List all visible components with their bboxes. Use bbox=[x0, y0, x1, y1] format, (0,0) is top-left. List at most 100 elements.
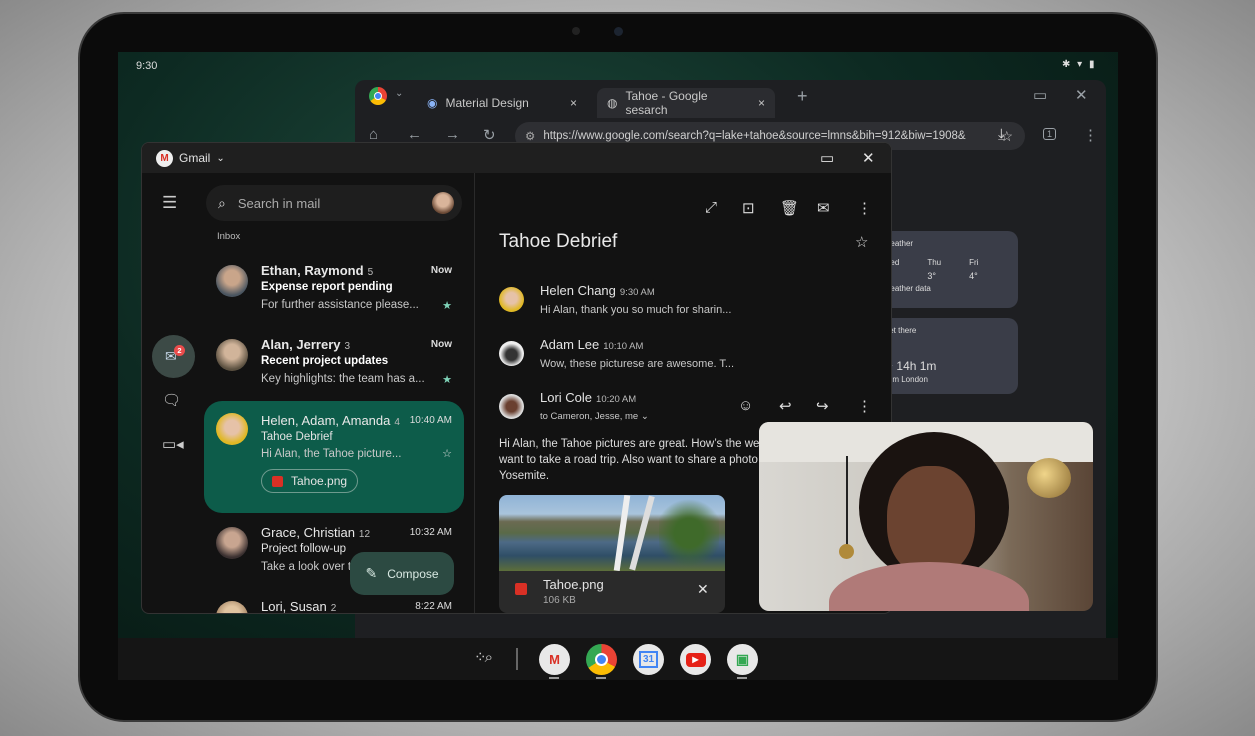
more-vert-icon[interactable]: ⋮ bbox=[857, 397, 872, 415]
video-call-pip[interactable] bbox=[759, 422, 1093, 611]
weather-day: Fri 4° bbox=[969, 258, 979, 281]
attachment-preview[interactable]: Tahoe.png 106 KB ✕ bbox=[499, 495, 725, 613]
running-indicator bbox=[737, 677, 747, 679]
thread-row[interactable]: Lori, Susan 2 8:22 AM bbox=[204, 593, 464, 613]
pendant-lamp bbox=[1027, 458, 1071, 498]
running-indicator bbox=[596, 677, 606, 679]
travel-from: from London bbox=[883, 375, 928, 384]
pencil-icon: ✎ bbox=[365, 565, 378, 581]
message-collapsed[interactable]: Helen Chang 9:30 AM Hi Alan, thank you so… bbox=[540, 282, 731, 316]
status-icons: ✱ ▾ ▮ bbox=[1062, 59, 1097, 70]
chat-icon[interactable]: 🗨 bbox=[162, 391, 181, 409]
more-vert-icon[interactable]: ⋮ bbox=[1083, 126, 1098, 144]
archive-icon[interactable]: ⊡ bbox=[742, 199, 755, 217]
avatar bbox=[499, 341, 524, 366]
home-icon[interactable]: ⌂ bbox=[369, 126, 378, 143]
delete-icon[interactable]: 🗑 bbox=[780, 199, 799, 217]
attachment-size: 106 KB bbox=[543, 595, 576, 606]
more-vert-icon[interactable]: ⋮ bbox=[857, 199, 872, 217]
image-file-icon bbox=[272, 475, 283, 487]
download-icon[interactable]: ⤓ bbox=[998, 126, 1005, 143]
mark-unread-icon[interactable]: ✉ bbox=[817, 199, 830, 217]
launcher-icon[interactable]: ⁘⌕ bbox=[474, 648, 493, 666]
back-icon[interactable]: ← bbox=[407, 126, 422, 143]
gmail-app-icon[interactable]: M bbox=[539, 644, 570, 675]
app-title: Gmail bbox=[179, 151, 211, 165]
pendant-cord bbox=[846, 456, 848, 551]
close-tab-icon[interactable]: × bbox=[570, 96, 577, 110]
status-time: 9:30 bbox=[136, 60, 158, 72]
pendant-lamp bbox=[839, 544, 854, 559]
google-icon: ◍ bbox=[607, 96, 618, 110]
avatar bbox=[216, 601, 248, 613]
close-icon[interactable]: ✕ bbox=[697, 581, 709, 598]
gmail-logo-icon: M bbox=[156, 149, 173, 167]
chrome-logo-icon[interactable] bbox=[369, 87, 387, 105]
star-filled-icon[interactable]: ★ bbox=[442, 299, 452, 312]
conversation-subject: Tahoe Debrief bbox=[499, 231, 618, 252]
running-indicator bbox=[549, 677, 559, 679]
close-tab-icon[interactable]: × bbox=[758, 96, 765, 110]
dock-divider bbox=[516, 648, 518, 670]
avatar bbox=[216, 265, 248, 297]
reply-icon[interactable]: ↩ bbox=[779, 397, 792, 415]
expand-icon[interactable]: ⤢ bbox=[705, 199, 717, 216]
thread-row[interactable]: Ethan, Raymond 5 Now Expense report pendi… bbox=[204, 257, 464, 331]
avatar bbox=[216, 339, 248, 371]
new-tab-button[interactable]: + bbox=[797, 86, 808, 107]
search-input[interactable]: ⌕ Search in mail bbox=[206, 185, 462, 221]
message-collapsed[interactable]: Adam Lee 10:10 AM Wow, these picturese ar… bbox=[540, 336, 734, 370]
avatar bbox=[216, 527, 248, 559]
forward-icon[interactable]: ↪ bbox=[816, 397, 829, 415]
close-window-icon[interactable]: ✕ bbox=[1075, 86, 1088, 104]
avatar bbox=[499, 394, 524, 419]
mail-nav-button[interactable]: ✉ 2 bbox=[152, 335, 195, 378]
compose-button[interactable]: ✎ Compose bbox=[350, 552, 454, 595]
travel-title: Get there bbox=[883, 326, 917, 335]
attachment-name: Tahoe.png bbox=[543, 577, 604, 592]
message-body: Hi Alan, the Tahoe pictures are great. H… bbox=[499, 438, 769, 482]
maximize-icon[interactable]: ▭ bbox=[820, 149, 834, 167]
calendar-app-icon[interactable]: 31 bbox=[633, 644, 664, 675]
tab-material-design[interactable]: ◉ Material Design × bbox=[417, 88, 587, 118]
recipients-toggle[interactable]: to Cameron, Jesse, me ⌄ bbox=[540, 411, 649, 422]
forward-icon[interactable]: → bbox=[445, 126, 460, 143]
star-filled-icon[interactable]: ★ bbox=[442, 373, 452, 386]
avatar bbox=[216, 413, 248, 445]
star-outline-icon[interactable]: ☆ bbox=[442, 447, 452, 460]
meet-app-icon[interactable]: ▣ bbox=[727, 644, 758, 675]
close-window-icon[interactable]: ✕ bbox=[862, 149, 875, 167]
image-file-icon bbox=[515, 583, 527, 595]
tab-tahoe-search[interactable]: ◍ Tahoe - Google sesarch × bbox=[597, 88, 775, 118]
star-outline-icon[interactable]: ☆ bbox=[855, 233, 868, 251]
chrome-app-icon[interactable] bbox=[586, 644, 617, 675]
maximize-icon[interactable]: ▭ bbox=[1033, 86, 1047, 104]
youtube-app-icon[interactable]: ▶ bbox=[680, 644, 711, 675]
thread-row[interactable]: Alan, Jerrery 3 Now Recent project update… bbox=[204, 331, 464, 405]
meet-video-icon[interactable]: ▭◂ bbox=[162, 435, 184, 453]
chevron-down-icon[interactable]: ⌄ bbox=[216, 153, 224, 164]
caller-face bbox=[887, 466, 975, 576]
tab-count-button[interactable]: 1 bbox=[1043, 128, 1057, 140]
gmail-titlebar: M Gmail ⌄ ▭ ✕ bbox=[142, 143, 891, 173]
message-header: Lori Cole 10:20 AM to Cameron, Jesse, me … bbox=[540, 390, 649, 422]
site-settings-icon[interactable]: ⚙ bbox=[525, 129, 535, 143]
tahoe-photo bbox=[499, 495, 725, 571]
emoji-reaction-icon[interactable]: ☺ bbox=[738, 397, 753, 414]
front-camera bbox=[614, 27, 623, 36]
travel-duration: ✈ 14h 1m bbox=[883, 359, 937, 373]
menu-icon[interactable]: ☰ bbox=[162, 193, 177, 213]
account-avatar[interactable] bbox=[432, 192, 454, 214]
chevron-down-icon[interactable]: ⌄ bbox=[395, 88, 403, 99]
unread-badge: 2 bbox=[174, 345, 185, 356]
weather-card[interactable]: Weather Wed8° Thu3° Fri4° Weather data bbox=[875, 231, 1018, 308]
weather-day: Thu 3° bbox=[927, 258, 942, 281]
thread-row-selected[interactable]: Helen, Adam, Amanda 4 10:40 AM Tahoe Debr… bbox=[204, 401, 464, 513]
chevron-down-icon: ⌄ bbox=[640, 411, 649, 422]
globe-icon: ◉ bbox=[427, 96, 438, 110]
avatar bbox=[499, 287, 524, 312]
taskbar bbox=[118, 638, 1118, 680]
attachment-chip[interactable]: Tahoe.png bbox=[261, 469, 359, 493]
travel-card[interactable]: Get there ✈ 14h 1m from London bbox=[875, 318, 1018, 394]
weather-title: Weather bbox=[883, 239, 914, 248]
